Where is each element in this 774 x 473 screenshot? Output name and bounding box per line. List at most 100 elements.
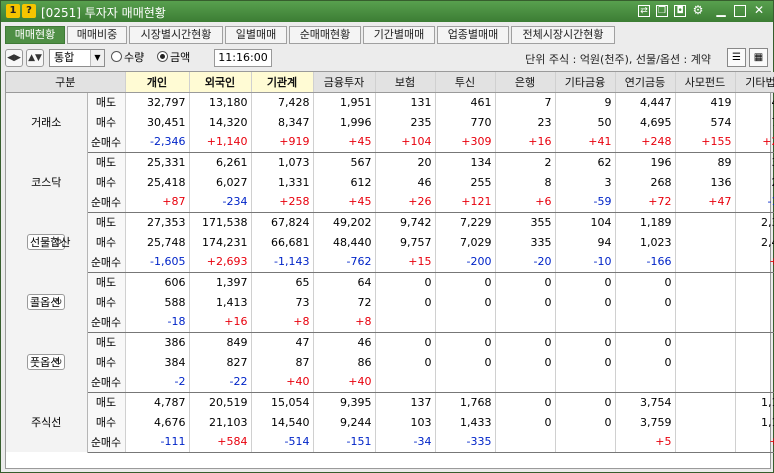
group-refresh-button[interactable]: 풋옵션↻: [27, 354, 66, 370]
market-select[interactable]: 통합 ▼: [49, 49, 105, 67]
prev-next-icon[interactable]: ◀▶: [5, 49, 23, 67]
copy-icon[interactable]: ❐: [656, 5, 668, 17]
value-cell: 27,353: [125, 212, 190, 232]
radio-quantity[interactable]: 수량: [111, 50, 144, 66]
value-cell: 0: [555, 392, 616, 412]
value-cell: +45: [313, 192, 376, 213]
table-row: 선물합산↻ 매도 27,353 171,538 67,824 49,202 9,742 7,2…: [6, 212, 774, 272]
maximize-icon[interactable]: [734, 5, 746, 17]
value-cell: +16: [495, 132, 556, 153]
value-cell: 3: [555, 172, 616, 192]
table-row: 순매수-18+16+8+8-6: [6, 312, 774, 333]
value-cell: 94: [555, 232, 616, 252]
value-cell: 89: [675, 152, 736, 172]
group-label: 거래소: [6, 92, 88, 152]
value-cell: -10: [555, 252, 616, 273]
col-header[interactable]: 투신: [435, 72, 496, 93]
radio-amount[interactable]: 금액: [157, 50, 190, 66]
refresh-icon[interactable]: ↻: [54, 357, 62, 368]
title-bar: 1 ? [0251] 투자자 매매현황 ⇄ ❐ ◘ ⚙ ▁ ✕: [1, 1, 773, 22]
col-header[interactable]: 기타법인: [735, 72, 774, 93]
link-icon[interactable]: ⇄: [638, 5, 650, 17]
tab-all-market-time[interactable]: 전체시장시간현황: [511, 26, 615, 44]
up-down-icon[interactable]: ▲▼: [26, 49, 44, 67]
value-cell: [615, 312, 676, 333]
tab-daily[interactable]: 일별매매: [225, 26, 287, 44]
value-cell: 1,413: [189, 292, 252, 312]
value-cell: 4,676: [125, 412, 190, 432]
col-header[interactable]: 기타금융: [555, 72, 616, 93]
value-cell: 9,742: [375, 212, 436, 232]
value-cell: 3,759: [615, 412, 676, 432]
help-badge[interactable]: ?: [22, 4, 36, 18]
col-header[interactable]: 보험: [375, 72, 436, 93]
col-header[interactable]: 구분: [6, 72, 126, 93]
group-label: 코스닥: [6, 152, 88, 212]
gear-icon[interactable]: ⚙: [692, 4, 704, 17]
value-cell: 8: [495, 172, 556, 192]
close-icon[interactable]: ✕: [753, 4, 765, 17]
group-label[interactable]: 콜옵션↻: [6, 272, 88, 332]
col-header[interactable]: 사모펀드: [675, 72, 736, 93]
value-cell: +41: [555, 132, 616, 153]
table-row: 순매수-2-22+40+40-15: [6, 372, 774, 393]
time-input[interactable]: 11:16:00: [214, 49, 272, 67]
value-cell: 27: [735, 292, 774, 312]
value-cell: 67,824: [251, 212, 314, 232]
value-cell: 0: [495, 352, 556, 372]
value-cell: 171,538: [189, 212, 252, 232]
value-cell: 384: [125, 352, 190, 372]
value-cell: -1,605: [125, 252, 190, 273]
value-cell: [675, 252, 736, 273]
group-refresh-button[interactable]: 콜옵션↻: [27, 294, 66, 310]
value-cell: -2: [125, 372, 190, 393]
col-header[interactable]: 기관계: [251, 72, 314, 93]
group-label[interactable]: 풋옵션↻: [6, 332, 88, 392]
value-cell: 62: [555, 152, 616, 172]
refresh-icon[interactable]: ↻: [54, 237, 62, 248]
header-row: 구분 개인 외국인 기관계 금융투자 보험 투신 은행 기타금융 연기금등 사모…: [6, 72, 774, 93]
table-row: 순매수 -1,605 +2,693 -1,143 -762 +15 -200 -20 -10 -1…: [6, 252, 774, 273]
value-cell: +584: [189, 432, 252, 453]
value-cell: 104: [555, 212, 616, 232]
excel-export-icon[interactable]: ▦: [749, 48, 768, 67]
refresh-icon[interactable]: ↻: [54, 297, 62, 308]
tab-trade-status[interactable]: 매매현황: [5, 26, 65, 44]
tab-market-time[interactable]: 시장별시간현황: [129, 26, 223, 44]
value-cell: 137: [375, 392, 436, 412]
tab-period[interactable]: 기간별매매: [363, 26, 435, 44]
value-cell: +121: [435, 192, 496, 213]
chevron-down-icon[interactable]: ▼: [90, 50, 104, 66]
col-header[interactable]: 금융투자: [313, 72, 376, 93]
list-view-icon[interactable]: ☰: [727, 48, 746, 67]
group-refresh-button[interactable]: 선물합산↻: [27, 234, 71, 250]
radio-quantity-label: 수량: [124, 51, 145, 64]
value-cell: -151: [313, 432, 376, 453]
row-label: 매도: [87, 332, 126, 352]
value-cell: [675, 392, 736, 412]
value-cell: +55: [735, 252, 774, 273]
tab-sector[interactable]: 업종별매매: [437, 26, 509, 44]
value-cell: [675, 212, 736, 232]
value-cell: 14,540: [251, 412, 314, 432]
value-cell: [675, 312, 736, 333]
col-header[interactable]: 개인: [125, 72, 190, 93]
col-header[interactable]: 외국인: [189, 72, 252, 93]
table-row: 순매수+87-234+258+45+26+121+6-59+72+47-101: [6, 192, 774, 213]
table-row: 매수 25,748 174,231 66,681 48,440 9,757 7,029 335…: [6, 232, 774, 252]
tab-net-trade[interactable]: 순매매현황: [289, 26, 361, 44]
group-label[interactable]: 선물합산↻: [6, 212, 88, 272]
value-cell: -762: [313, 252, 376, 273]
tab-trade-ratio[interactable]: 매매비중: [67, 26, 127, 44]
value-cell: 0: [555, 352, 616, 372]
minimize-icon[interactable]: ▁: [715, 4, 727, 17]
value-cell: +40: [251, 372, 314, 393]
col-header[interactable]: 은행: [495, 72, 556, 93]
row-label: 순매수: [87, 312, 126, 333]
col-header[interactable]: 연기금등: [615, 72, 676, 93]
screen-number-badge[interactable]: 1: [6, 4, 20, 18]
value-cell: +287: [735, 132, 774, 153]
camera-icon[interactable]: ◘: [674, 5, 686, 17]
value-cell: 0: [495, 412, 556, 432]
table-row: 매수 30,451 14,320 8,347 1,996 235 770 23 50 4,695 5…: [6, 112, 774, 132]
